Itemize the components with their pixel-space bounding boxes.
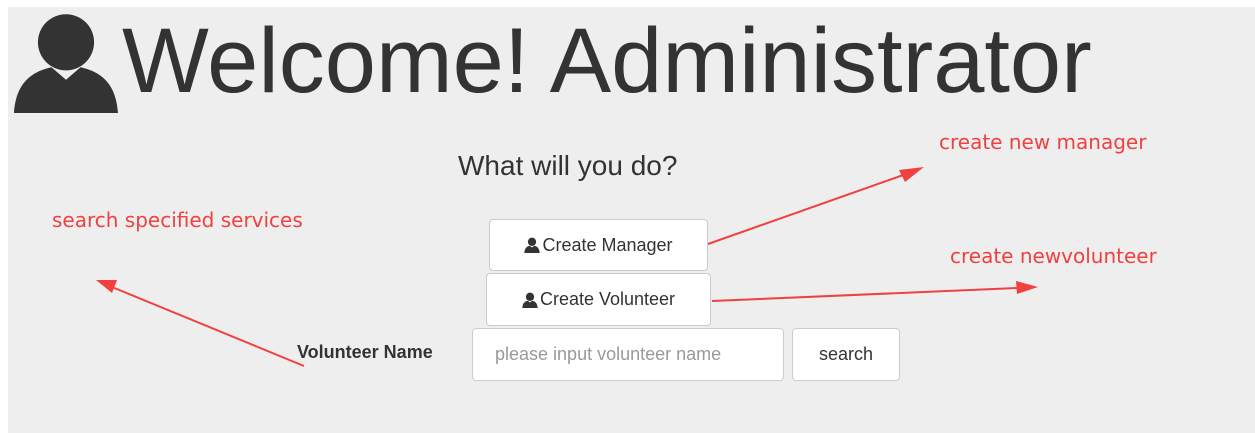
create-volunteer-button[interactable]: Create Volunteer bbox=[486, 273, 711, 326]
search-button-label: search bbox=[818, 344, 874, 364]
create-manager-label: Create Manager bbox=[542, 234, 673, 255]
annotation-create-volunteer: create newvolunteer bbox=[950, 244, 1157, 268]
create-manager-button[interactable]: Create Manager bbox=[489, 219, 708, 271]
create-volunteer-label: Create Volunteer bbox=[539, 289, 676, 309]
user-icon bbox=[524, 237, 541, 253]
user-icon bbox=[522, 292, 538, 308]
volunteer-name-input[interactable] bbox=[472, 328, 784, 381]
annotation-create-manager: create new manager bbox=[939, 130, 1147, 154]
user-icon bbox=[14, 14, 118, 113]
page-header: Welcome! Administrator bbox=[14, 6, 1092, 116]
search-button[interactable]: search bbox=[792, 328, 900, 381]
page-title: Welcome! Administrator bbox=[122, 10, 1092, 112]
volunteer-name-label: Volunteer Name bbox=[297, 342, 433, 362]
prompt-heading: What will you do? bbox=[458, 150, 678, 181]
annotation-search: search specified services bbox=[52, 208, 303, 232]
